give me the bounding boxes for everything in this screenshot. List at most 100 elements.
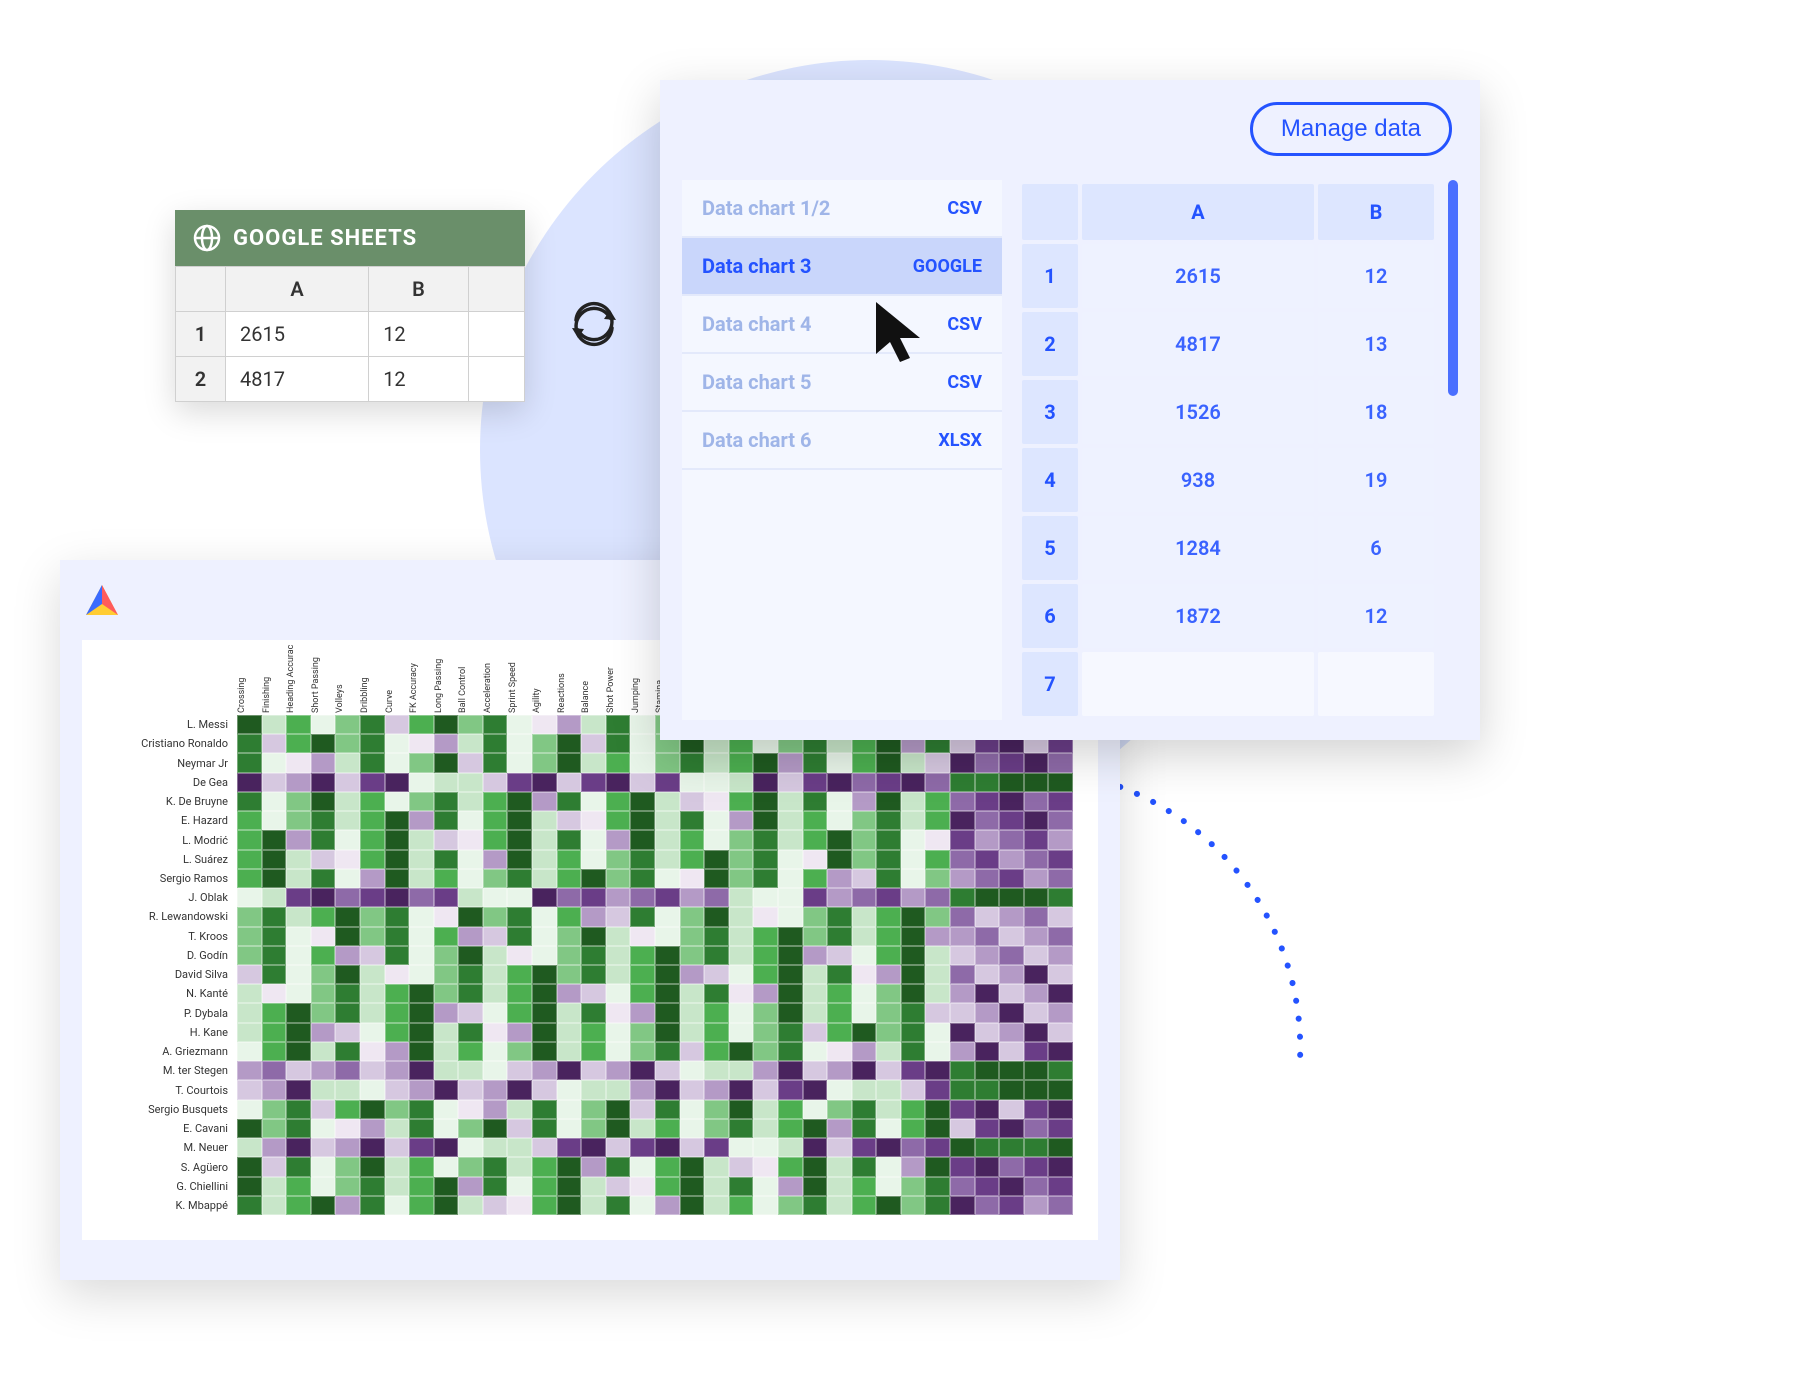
heatmap-cell	[458, 753, 483, 772]
heatmap-cell	[385, 1119, 410, 1138]
heatmap-cell	[409, 1157, 434, 1176]
heatmap-cell	[360, 907, 385, 926]
gsheets-cell[interactable]: 12	[369, 357, 469, 402]
heatmap-cell	[999, 1157, 1024, 1176]
heatmap-cell	[409, 1003, 434, 1022]
heatmap-cell	[999, 1023, 1024, 1042]
heatmap-cell	[557, 946, 582, 965]
data-table-cell[interactable]: 4817	[1082, 312, 1314, 376]
heatmap-cell	[753, 792, 778, 811]
scrollbar-thumb[interactable]	[1448, 180, 1458, 396]
data-table-cell[interactable]	[1082, 652, 1314, 716]
data-table-cell[interactable]: 6	[1318, 516, 1434, 580]
heatmap-cell	[483, 715, 508, 734]
chart-source-item[interactable]: Data chart 6XLSX	[682, 412, 1002, 470]
heatmap-cell	[729, 965, 754, 984]
heatmap-cell	[876, 1061, 901, 1080]
heatmap-cell	[286, 753, 311, 772]
heatmap-cell	[434, 830, 459, 849]
data-table-rownum: 5	[1022, 516, 1078, 580]
gsheets-cell[interactable]	[468, 357, 524, 402]
heatmap-cell	[557, 1003, 582, 1022]
data-table-cell[interactable]: 1284	[1082, 516, 1314, 580]
heatmap-cell	[704, 773, 729, 792]
heatmap-cell	[1048, 965, 1073, 984]
data-table-cell[interactable]: 938	[1082, 448, 1314, 512]
heatmap-cell	[680, 830, 705, 849]
chart-source-item[interactable]: Data chart 1/2CSV	[682, 180, 1002, 238]
data-table-scrollbar[interactable]	[1448, 180, 1458, 720]
data-table-cell[interactable]: 1526	[1082, 380, 1314, 444]
data-table-cell[interactable]: 12	[1318, 584, 1434, 648]
heatmap-cell	[385, 1100, 410, 1119]
heatmap-cell	[1048, 1157, 1073, 1176]
heatmap-cell	[704, 1157, 729, 1176]
heatmap-cell	[753, 753, 778, 772]
heatmap-cell	[1048, 927, 1073, 946]
heatmap-cell	[237, 830, 262, 849]
heatmap-cell	[262, 830, 287, 849]
heatmap-cell	[557, 1061, 582, 1080]
heatmap-cell	[803, 888, 828, 907]
heatmap-cell	[630, 734, 655, 753]
heatmap-cell	[704, 1080, 729, 1099]
heatmap-cell	[680, 792, 705, 811]
heatmap-cell	[311, 927, 336, 946]
heatmap-cell	[262, 984, 287, 1003]
heatmap-cell	[827, 753, 852, 772]
heatmap-cell	[409, 850, 434, 869]
heatmap-cell	[803, 946, 828, 965]
data-table-cell[interactable]: 13	[1318, 312, 1434, 376]
chart-source-item[interactable]: Data chart 5CSV	[682, 354, 1002, 412]
chart-source-list: Data chart 1/2CSVData chart 3GOOGLEData …	[682, 180, 1002, 720]
heatmap-cell	[262, 753, 287, 772]
heatmap-cell	[557, 984, 582, 1003]
heatmap-cell	[311, 811, 336, 830]
data-table-cell[interactable]: 19	[1318, 448, 1434, 512]
gsheets-cell[interactable]: 4817	[226, 357, 369, 402]
data-table-cell[interactable]: 1872	[1082, 584, 1314, 648]
heatmap-cell	[704, 1138, 729, 1157]
heatmap-cell	[827, 850, 852, 869]
heatmap-cell	[286, 1157, 311, 1176]
heatmap-cell	[507, 1042, 532, 1061]
heatmap-cell	[360, 1119, 385, 1138]
data-table-cell[interactable]: 18	[1318, 380, 1434, 444]
heatmap-cell	[532, 715, 557, 734]
heatmap-cell	[729, 1061, 754, 1080]
heatmap-cell	[606, 1061, 631, 1080]
heatmap-cell	[458, 1138, 483, 1157]
heatmap-cell	[286, 850, 311, 869]
heatmap-cell	[950, 1042, 975, 1061]
heatmap-cell	[311, 1138, 336, 1157]
heatmap-cell	[1024, 792, 1049, 811]
data-table-cell[interactable]	[1318, 652, 1434, 716]
heatmap-cell	[581, 1061, 606, 1080]
heatmap-cell	[507, 869, 532, 888]
heatmap-cell	[680, 984, 705, 1003]
heatmap-cell	[630, 1003, 655, 1022]
heatmap-cell	[557, 850, 582, 869]
heatmap-cell	[680, 1177, 705, 1196]
heatmap-cell	[1024, 1003, 1049, 1022]
gsheets-cell[interactable]	[468, 312, 524, 357]
data-table-cell[interactable]: 12	[1318, 244, 1434, 308]
heatmap-cell	[557, 1100, 582, 1119]
heatmap-cell	[901, 1177, 926, 1196]
heatmap-cell	[876, 984, 901, 1003]
chart-source-name: Data chart 5	[702, 370, 812, 394]
heatmap-cell	[852, 1061, 877, 1080]
chart-source-name: Data chart 4	[702, 312, 812, 336]
chart-source-item[interactable]: Data chart 3GOOGLE	[682, 238, 1002, 296]
manage-data-button[interactable]: Manage data	[1250, 102, 1452, 156]
gsheets-cell[interactable]: 12	[369, 312, 469, 357]
gsheets-cell[interactable]: 2615	[226, 312, 369, 357]
heatmap-cell	[434, 792, 459, 811]
data-table-cell[interactable]: 2615	[1082, 244, 1314, 308]
heatmap-cell	[507, 965, 532, 984]
chart-source-format: CSV	[947, 314, 982, 335]
heatmap-cell	[483, 1042, 508, 1061]
heatmap-cell	[335, 1138, 360, 1157]
chart-source-item[interactable]: Data chart 4 CSV	[682, 296, 1002, 354]
heatmap-cell	[704, 984, 729, 1003]
